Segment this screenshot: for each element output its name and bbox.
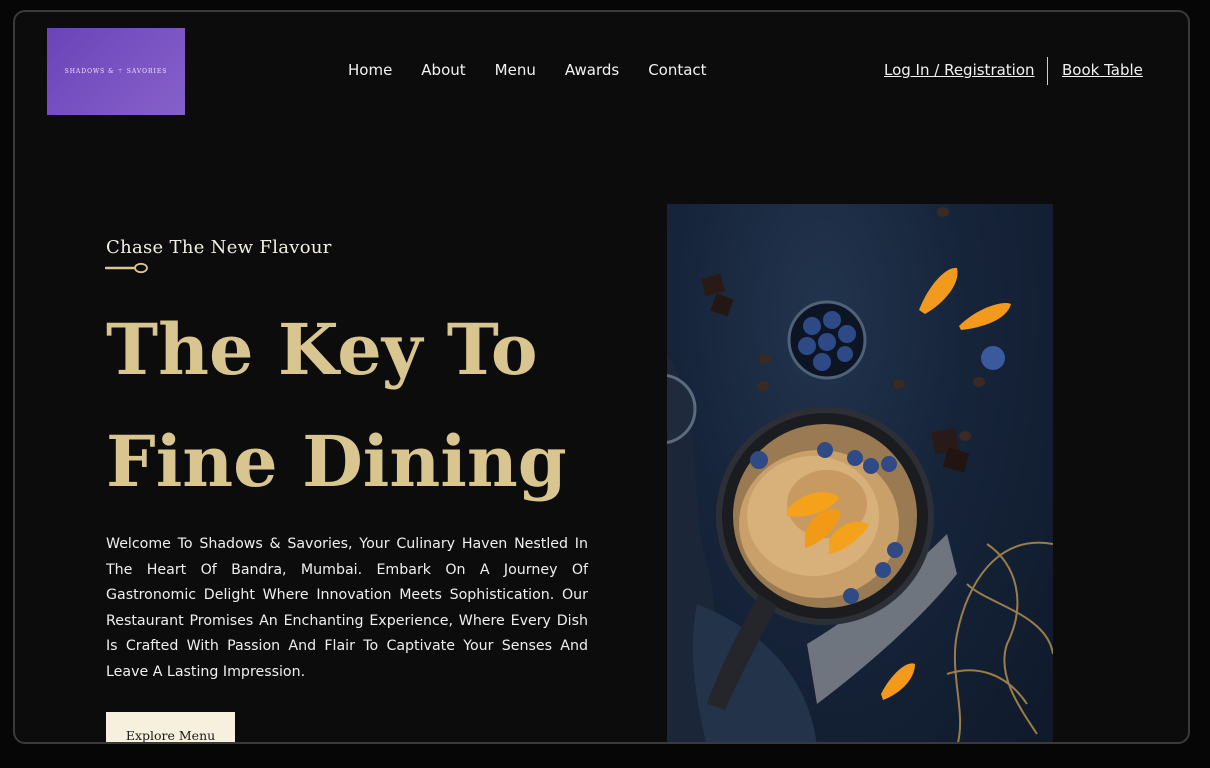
nav-home[interactable]: Home — [348, 61, 392, 79]
explore-menu-button[interactable]: Explore Menu — [106, 712, 235, 742]
headline-line-2: Fine Dining — [106, 420, 567, 503]
nav-contact[interactable]: Contact — [648, 61, 706, 79]
hero-tagline: Chase The New Flavour — [106, 237, 332, 258]
page-frame: SHADOWS & ⚚ SAVORIES Home About Menu Awa… — [13, 10, 1190, 744]
food-illustration — [667, 207, 1053, 742]
spoon-icon — [105, 262, 148, 274]
nav-about[interactable]: About — [421, 61, 465, 79]
logo-text: SHADOWS & ⚚ SAVORIES — [64, 68, 168, 75]
hero-food-image — [667, 204, 1053, 742]
nav-awards[interactable]: Awards — [565, 61, 619, 79]
hero-headline: The Key To Fine Dining — [106, 294, 586, 518]
main-nav: Home About Menu Awards Contact — [348, 61, 736, 79]
nav-menu[interactable]: Menu — [495, 61, 536, 79]
hero-description: Welcome To Shadows & Savories, Your Culi… — [106, 536, 588, 680]
headline-line-1: The Key To — [106, 308, 538, 391]
book-table-link[interactable]: Book Table — [1062, 61, 1143, 79]
header-divider — [1047, 57, 1048, 85]
login-link[interactable]: Log In / Registration — [884, 61, 1035, 79]
logo[interactable]: SHADOWS & ⚚ SAVORIES — [47, 28, 185, 115]
